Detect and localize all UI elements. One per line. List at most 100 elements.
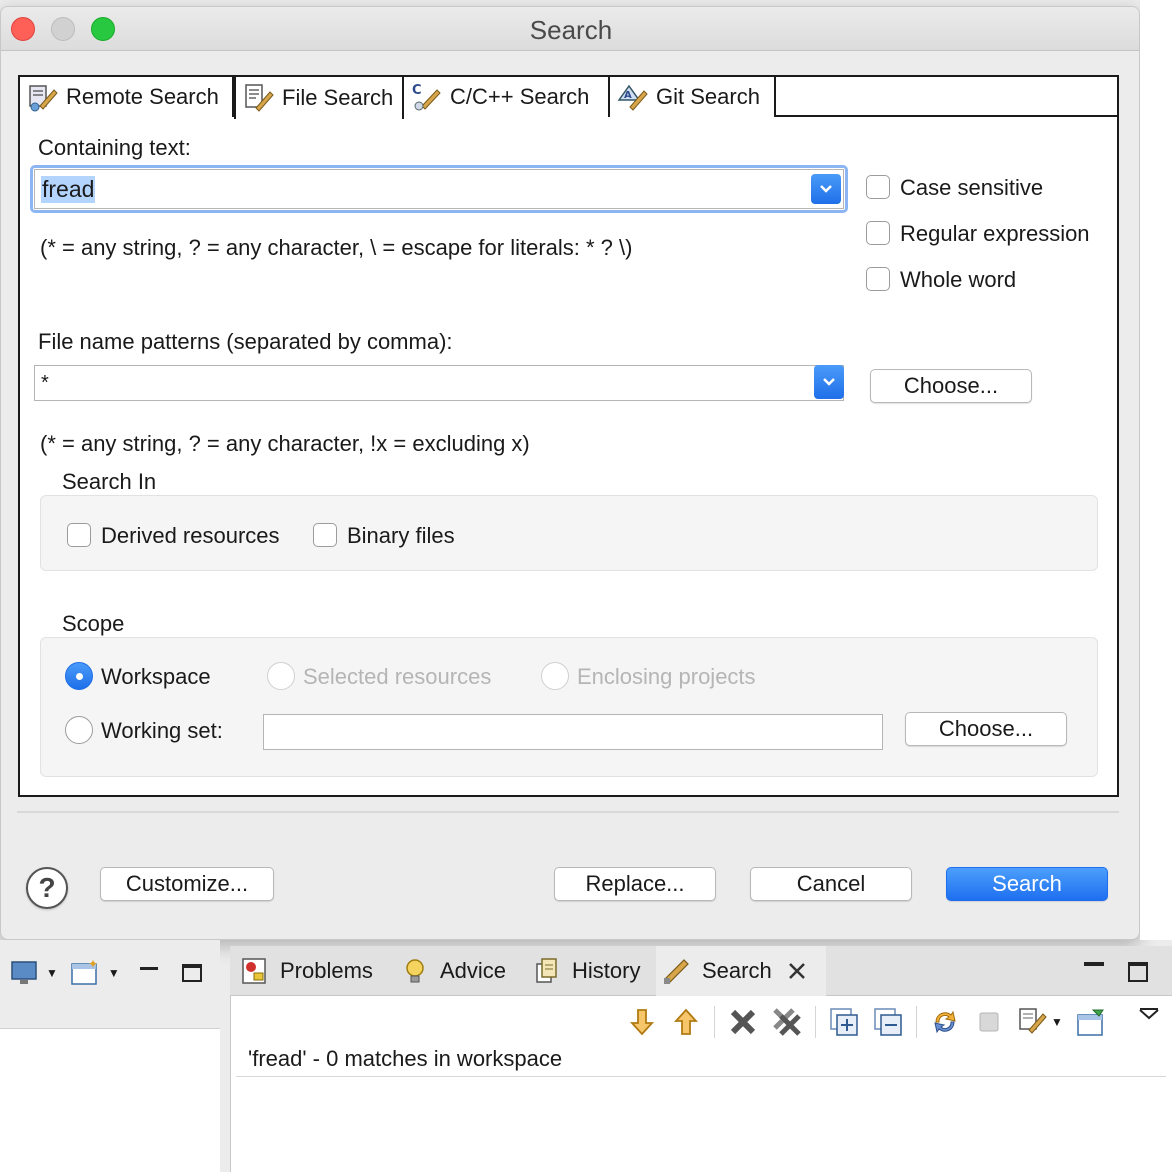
- background-window: [1140, 0, 1172, 940]
- search-result-summary: 'fread' - 0 matches in workspace: [248, 1046, 563, 1071]
- history-icon: [536, 958, 557, 983]
- binary-files-checkbox[interactable]: [313, 523, 337, 547]
- containing-text-combo[interactable]: fread: [34, 169, 844, 209]
- workspace-label: Workspace: [101, 664, 211, 689]
- cancel-button[interactable]: Cancel: [750, 867, 912, 901]
- search-button[interactable]: Search: [946, 867, 1108, 901]
- remove-all-matches-icon[interactable]: [771, 1006, 803, 1038]
- file-search-icon: [245, 84, 274, 112]
- svg-text:A: A: [624, 90, 632, 101]
- selected-resources-radio[interactable]: [267, 662, 295, 690]
- tab-advice[interactable]: Advice: [400, 946, 520, 996]
- chevron-down-icon[interactable]: ▼: [46, 966, 58, 980]
- tab-label: C/C++ Search: [450, 84, 590, 109]
- svg-text:C: C: [412, 83, 422, 98]
- whole-word-checkbox[interactable]: [866, 267, 890, 291]
- tab-label: Remote Search: [66, 84, 219, 109]
- chevron-down-icon: [823, 378, 835, 386]
- next-match-icon[interactable]: [626, 1006, 658, 1038]
- working-set-input[interactable]: [263, 714, 883, 750]
- containing-text-hint: (* = any string, ? = any character, \ = …: [40, 235, 633, 260]
- scope-title: Scope: [62, 611, 125, 636]
- dialog-separator: [17, 811, 1119, 813]
- file-patterns-input[interactable]: *: [41, 372, 49, 395]
- toolbar-separator: [714, 1006, 715, 1038]
- containing-text-label: Containing text:: [38, 135, 191, 160]
- chevron-down-icon[interactable]: ▼: [108, 966, 120, 980]
- monitor-icon[interactable]: [10, 959, 40, 987]
- tab-search-view[interactable]: Search: [656, 946, 826, 996]
- containing-text-dropdown-button[interactable]: [811, 174, 841, 204]
- tab-remote-search[interactable]: Remote Search: [20, 77, 234, 117]
- search-view-toolbar: ▼: [626, 1002, 1126, 1042]
- refresh-icon[interactable]: [929, 1006, 961, 1038]
- previous-match-icon[interactable]: [670, 1006, 702, 1038]
- derived-resources-label: Derived resources: [101, 523, 280, 548]
- file-patterns-dropdown-button[interactable]: [814, 365, 844, 399]
- minimize-icon[interactable]: [139, 966, 158, 970]
- tab-label: Advice: [440, 958, 507, 983]
- toolbar-separator: [916, 1006, 917, 1038]
- case-sensitive-checkbox[interactable]: [866, 175, 890, 199]
- regular-expression-checkbox[interactable]: [866, 221, 890, 245]
- problems-icon: [242, 958, 266, 984]
- chevron-down-icon: [820, 185, 832, 193]
- customize-button[interactable]: Customize...: [100, 867, 274, 901]
- question-mark-icon: ?: [38, 872, 56, 903]
- file-patterns-choose-button[interactable]: Choose...: [870, 369, 1032, 403]
- views-minimize-icon[interactable]: [1084, 962, 1104, 966]
- case-sensitive-label: Case sensitive: [900, 175, 1044, 200]
- tab-label: Search: [702, 958, 772, 983]
- cpp-search-icon: C: [412, 83, 441, 111]
- search-dialog: Search Remote Search File Search C C/C++…: [0, 6, 1140, 940]
- tab-row: Remote Search File Search C C/C++ Search…: [20, 77, 1117, 119]
- views-maximize-icon[interactable]: [1128, 962, 1148, 982]
- help-button[interactable]: ?: [26, 867, 68, 909]
- whole-word-label: Whole word: [900, 267, 1017, 292]
- new-window-icon[interactable]: ✦: [70, 958, 102, 988]
- working-set-choose-button[interactable]: Choose...: [905, 712, 1067, 746]
- left-view-content: [0, 1028, 220, 1172]
- svg-text:✦: ✦: [88, 958, 98, 971]
- remove-match-icon[interactable]: [727, 1006, 759, 1038]
- tab-file-search[interactable]: File Search: [234, 77, 404, 119]
- tab-history[interactable]: History: [532, 946, 652, 996]
- view-menu-icon[interactable]: [1138, 1006, 1160, 1027]
- lightbulb-icon: [406, 959, 424, 983]
- regular-expression-label: Regular expression: [900, 221, 1090, 246]
- containing-text-input[interactable]: fread: [41, 176, 96, 203]
- git-search-icon: A: [617, 84, 648, 111]
- collapse-all-icon[interactable]: [872, 1006, 904, 1038]
- search-in-group: Derived resources Binary files: [40, 495, 1098, 571]
- cancel-search-icon[interactable]: [973, 1006, 1005, 1038]
- maximize-icon[interactable]: [181, 964, 202, 982]
- tab-label: Git Search: [656, 84, 760, 109]
- chevron-down-icon[interactable]: ▼: [1051, 1015, 1063, 1029]
- search-history-icon[interactable]: [1017, 1006, 1049, 1038]
- replace-button[interactable]: Replace...: [554, 867, 716, 901]
- search-in-title: Search In: [62, 469, 157, 494]
- file-patterns-hint: (* = any string, ? = any character, !x =…: [40, 431, 530, 456]
- file-patterns-combo[interactable]: *: [34, 365, 844, 401]
- tab-label: Problems: [280, 958, 373, 983]
- left-pane-toolbar: ▼ ✦ ▼: [10, 958, 210, 988]
- pin-view-icon[interactable]: [1075, 1006, 1107, 1038]
- enclosing-projects-radio[interactable]: [541, 662, 569, 690]
- search-tab-panel: Remote Search File Search C C/C++ Search…: [18, 75, 1119, 797]
- expand-all-icon[interactable]: [828, 1006, 860, 1038]
- derived-resources-checkbox[interactable]: [67, 523, 91, 547]
- tab-problems[interactable]: Problems: [240, 946, 390, 996]
- enclosing-projects-label: Enclosing projects: [577, 664, 756, 689]
- search-view-icon: [664, 959, 689, 984]
- tab-cpp-search[interactable]: C C/C++ Search: [404, 77, 610, 117]
- scope-group: Workspace Selected resources Enclosing p…: [40, 637, 1098, 777]
- title-bar[interactable]: Search: [1, 7, 1139, 51]
- working-set-radio[interactable]: [65, 716, 93, 744]
- close-tab-icon[interactable]: [786, 960, 808, 982]
- tab-label: File Search: [282, 85, 394, 110]
- remote-search-icon: [29, 85, 58, 112]
- selected-resources-label: Selected resources: [303, 664, 492, 689]
- workspace-radio[interactable]: [65, 662, 93, 690]
- tab-git-search[interactable]: A Git Search: [610, 77, 776, 117]
- tab-label: History: [572, 958, 641, 983]
